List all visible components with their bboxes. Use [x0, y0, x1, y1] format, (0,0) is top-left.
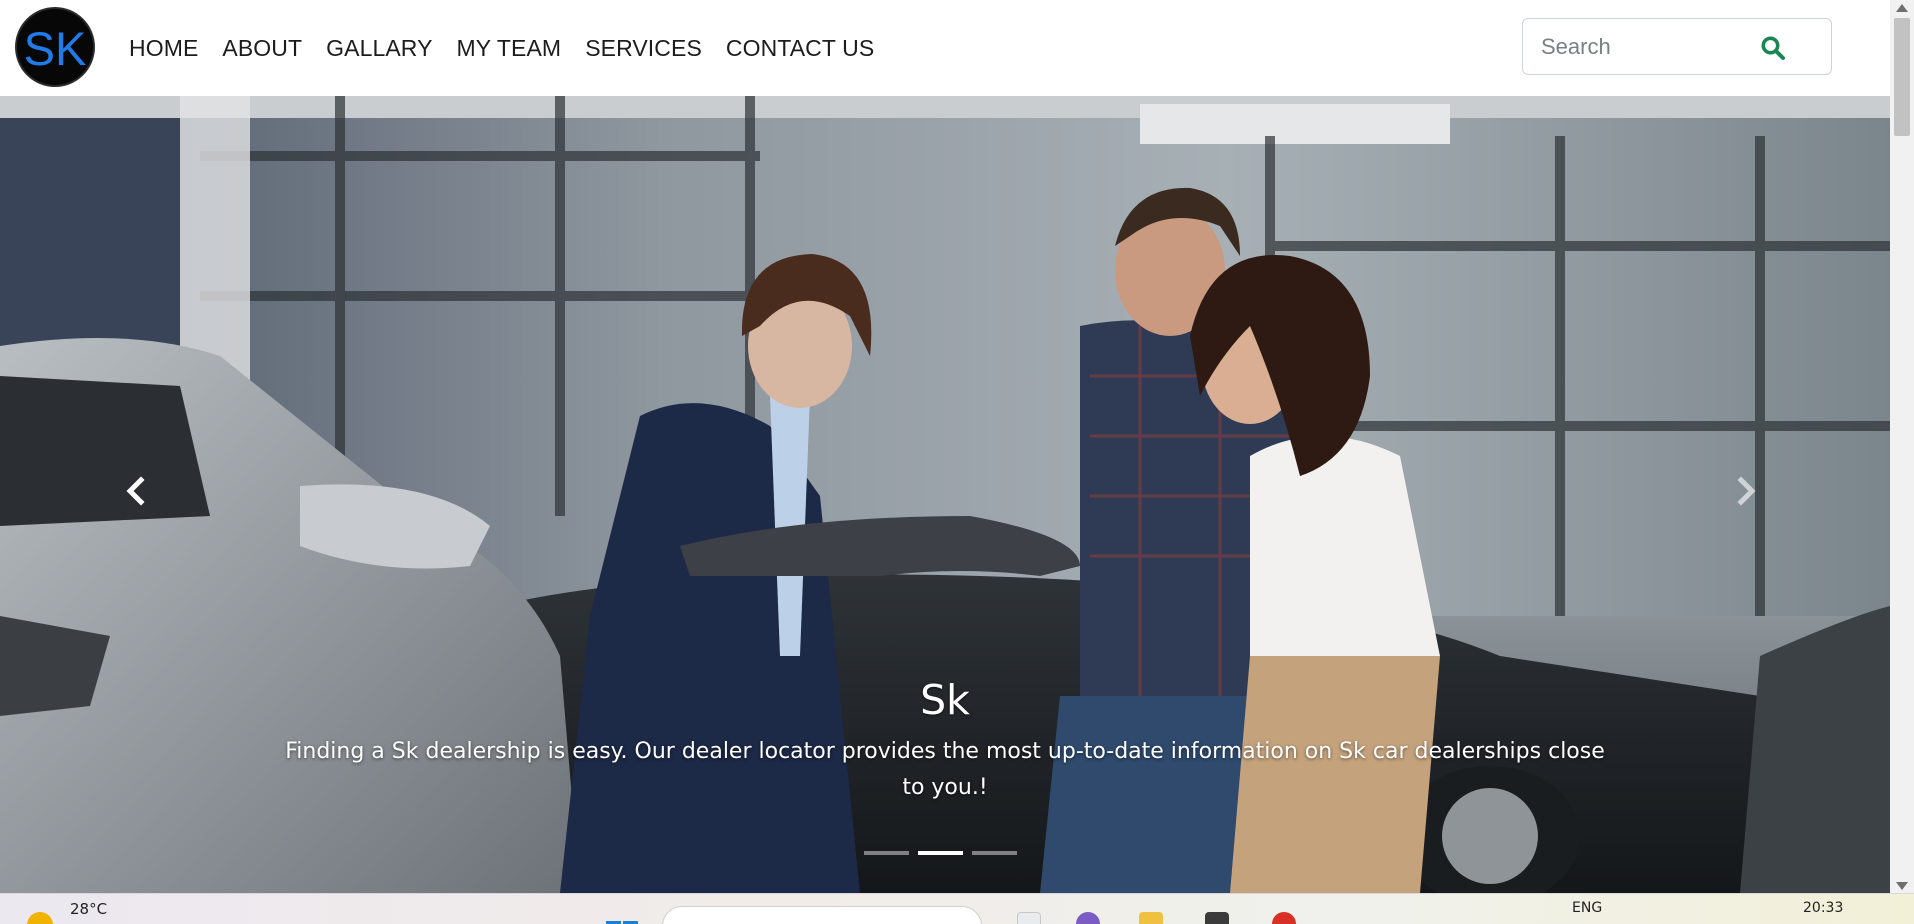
- language-indicator[interactable]: ENG: [1572, 900, 1602, 916]
- scroll-down-arrow-icon[interactable]: [1896, 882, 1908, 890]
- carousel-indicator-3[interactable]: [972, 851, 1017, 855]
- carousel-indicator-1[interactable]: [864, 851, 909, 855]
- nav-about-link[interactable]: ABOUT: [222, 34, 302, 62]
- chevron-right-icon: [1737, 476, 1756, 506]
- nav-contact-us-link[interactable]: CONTACT US: [726, 34, 874, 62]
- navbar: SK HOME ABOUT GALLARY MY TEAM SERVICES C…: [0, 0, 1890, 96]
- folder-icon[interactable]: [1139, 912, 1163, 924]
- chevron-left-icon: [126, 476, 145, 506]
- taskbar-terminal-icon[interactable]: [1205, 912, 1229, 924]
- carousel-caption: Sk Finding a Sk dealership is easy. Our …: [280, 676, 1610, 806]
- carousel-caption-title: Sk: [920, 676, 970, 724]
- nav-services-link[interactable]: SERVICES: [585, 34, 702, 62]
- weather-temperature[interactable]: 28°C: [70, 900, 107, 918]
- main-nav: HOME ABOUT GALLARY MY TEAM SERVICES CONT…: [129, 34, 898, 62]
- search-icon: [1761, 36, 1785, 60]
- nav-my-team-link[interactable]: MY TEAM: [457, 34, 562, 62]
- page-scrollbar[interactable]: [1890, 0, 1914, 900]
- taskbar-app-icon[interactable]: [1076, 912, 1100, 924]
- carousel-indicator-2[interactable]: [918, 851, 963, 855]
- weather-sun-icon[interactable]: [27, 912, 53, 924]
- taskbar-search-box[interactable]: [662, 906, 982, 924]
- carousel-next-button[interactable]: [1716, 461, 1776, 521]
- hero-carousel: Sk Finding a Sk dealership is easy. Our …: [0, 96, 1890, 893]
- nav-gallary-link[interactable]: GALLARY: [326, 34, 432, 62]
- scroll-thumb[interactable]: [1894, 18, 1910, 136]
- carousel-caption-text: Finding a Sk dealership is easy. Our dea…: [285, 739, 1605, 800]
- carousel-indicators: [864, 851, 1017, 855]
- clock-time[interactable]: 20:33: [1803, 900, 1843, 916]
- carousel-prev-button[interactable]: [106, 461, 166, 521]
- brand-logo-text: SK: [23, 21, 87, 75]
- scroll-up-arrow-icon[interactable]: [1896, 4, 1908, 12]
- taskbar-file-icon[interactable]: [1017, 912, 1041, 924]
- brand-logo[interactable]: SK: [17, 9, 93, 85]
- search-button[interactable]: [1757, 33, 1789, 63]
- os-taskbar: 28°C ENG 20:33: [0, 893, 1914, 924]
- search-input[interactable]: [1541, 33, 1761, 61]
- windows-start-icon[interactable]: [604, 909, 638, 924]
- taskbar-browser-icon[interactable]: [1272, 912, 1296, 924]
- nav-home-link[interactable]: HOME: [129, 34, 198, 62]
